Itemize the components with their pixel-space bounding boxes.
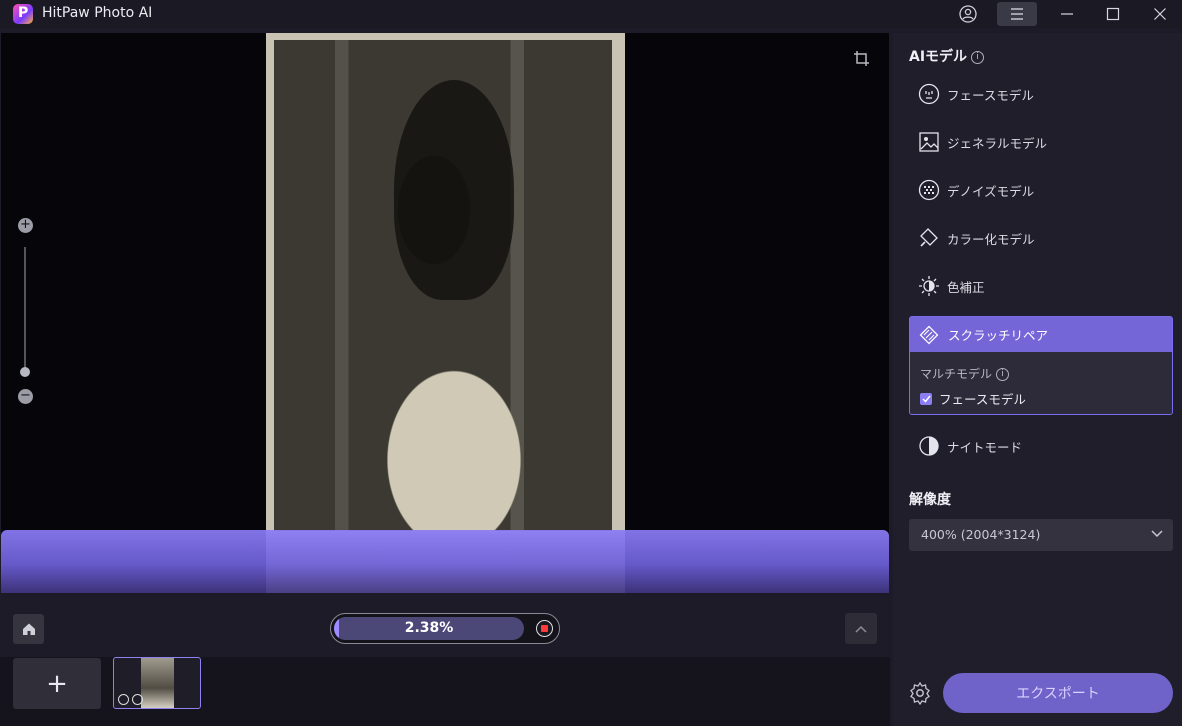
close-icon[interactable] bbox=[1145, 2, 1175, 26]
multi-model-label: マルチモデル i bbox=[920, 365, 1010, 382]
processing-progress: 2.38% bbox=[330, 613, 560, 644]
export-button[interactable]: エクスポート bbox=[943, 673, 1173, 713]
chevron-up-icon bbox=[855, 625, 867, 633]
resolution-heading: 解像度 bbox=[909, 492, 951, 508]
progress-percentage: 2.38% bbox=[404, 620, 454, 636]
preview-canvas[interactable] bbox=[1, 33, 889, 593]
processing-scan-overlay bbox=[1, 530, 889, 593]
title-bar: P HitPaw Photo AI bbox=[0, 0, 1182, 28]
color-bucket-icon bbox=[918, 227, 940, 249]
add-image-button[interactable]: + bbox=[13, 658, 101, 709]
menu-icon[interactable] bbox=[997, 2, 1037, 26]
thumbnail-image bbox=[141, 658, 174, 708]
model-item-color-correction[interactable]: 色補正 bbox=[909, 266, 1172, 306]
image-icon bbox=[918, 131, 940, 153]
stop-processing-button[interactable] bbox=[536, 620, 553, 637]
account-icon[interactable] bbox=[955, 2, 981, 26]
model-item-general[interactable]: ジェネラルモデル bbox=[909, 122, 1172, 162]
settings-gear-icon[interactable] bbox=[908, 681, 932, 706]
zoom-slider-handle[interactable] bbox=[20, 367, 30, 377]
expand-up-button[interactable] bbox=[845, 613, 877, 644]
model-item-colorize[interactable]: カラー化モデル bbox=[909, 218, 1172, 258]
model-item-night-mode[interactable]: ナイトモード bbox=[909, 426, 1172, 466]
model-item-face[interactable]: フェースモデル bbox=[909, 74, 1172, 114]
model-item-scratch-repair[interactable]: スクラッチリペア マルチモデル i フェースモデル bbox=[909, 316, 1173, 415]
denoise-icon bbox=[918, 179, 940, 201]
home-button[interactable] bbox=[13, 614, 44, 644]
zoom-out-icon[interactable]: − bbox=[18, 389, 33, 404]
night-icon bbox=[918, 435, 940, 457]
app-title: HitPaw Photo AI bbox=[42, 5, 153, 21]
maximize-icon[interactable] bbox=[1098, 2, 1128, 26]
image-thumbnail[interactable] bbox=[113, 657, 201, 709]
brightness-icon bbox=[918, 275, 940, 297]
face-icon bbox=[918, 83, 940, 105]
selected-model-header[interactable]: スクラッチリペア bbox=[910, 317, 1172, 352]
zoom-slider[interactable] bbox=[24, 247, 26, 373]
info-icon[interactable]: i bbox=[996, 368, 1010, 381]
home-icon bbox=[22, 623, 35, 635]
preview-photo bbox=[266, 33, 625, 593]
zoom-in-icon[interactable]: + bbox=[18, 218, 33, 233]
model-item-denoise[interactable]: デノイズモデル bbox=[909, 170, 1172, 210]
info-icon[interactable]: i bbox=[971, 50, 985, 64]
ai-model-heading: AIモデル i bbox=[909, 46, 985, 66]
stop-icon bbox=[540, 624, 548, 632]
scratch-icon bbox=[118, 694, 129, 705]
photo-content bbox=[274, 40, 612, 531]
checkbox-checked-icon[interactable] bbox=[920, 392, 932, 405]
resolution-select[interactable]: 400% (2004*3124) bbox=[909, 519, 1173, 551]
chevron-down-icon bbox=[1151, 530, 1163, 538]
plus-icon: + bbox=[46, 668, 68, 699]
multi-model-face-checkbox[interactable]: フェースモデル bbox=[920, 389, 1026, 408]
scratch-icon bbox=[918, 324, 940, 346]
face-icon bbox=[132, 694, 143, 705]
minimize-icon[interactable] bbox=[1052, 2, 1082, 26]
crop-icon[interactable] bbox=[853, 50, 871, 68]
app-logo-icon: P bbox=[13, 4, 33, 24]
